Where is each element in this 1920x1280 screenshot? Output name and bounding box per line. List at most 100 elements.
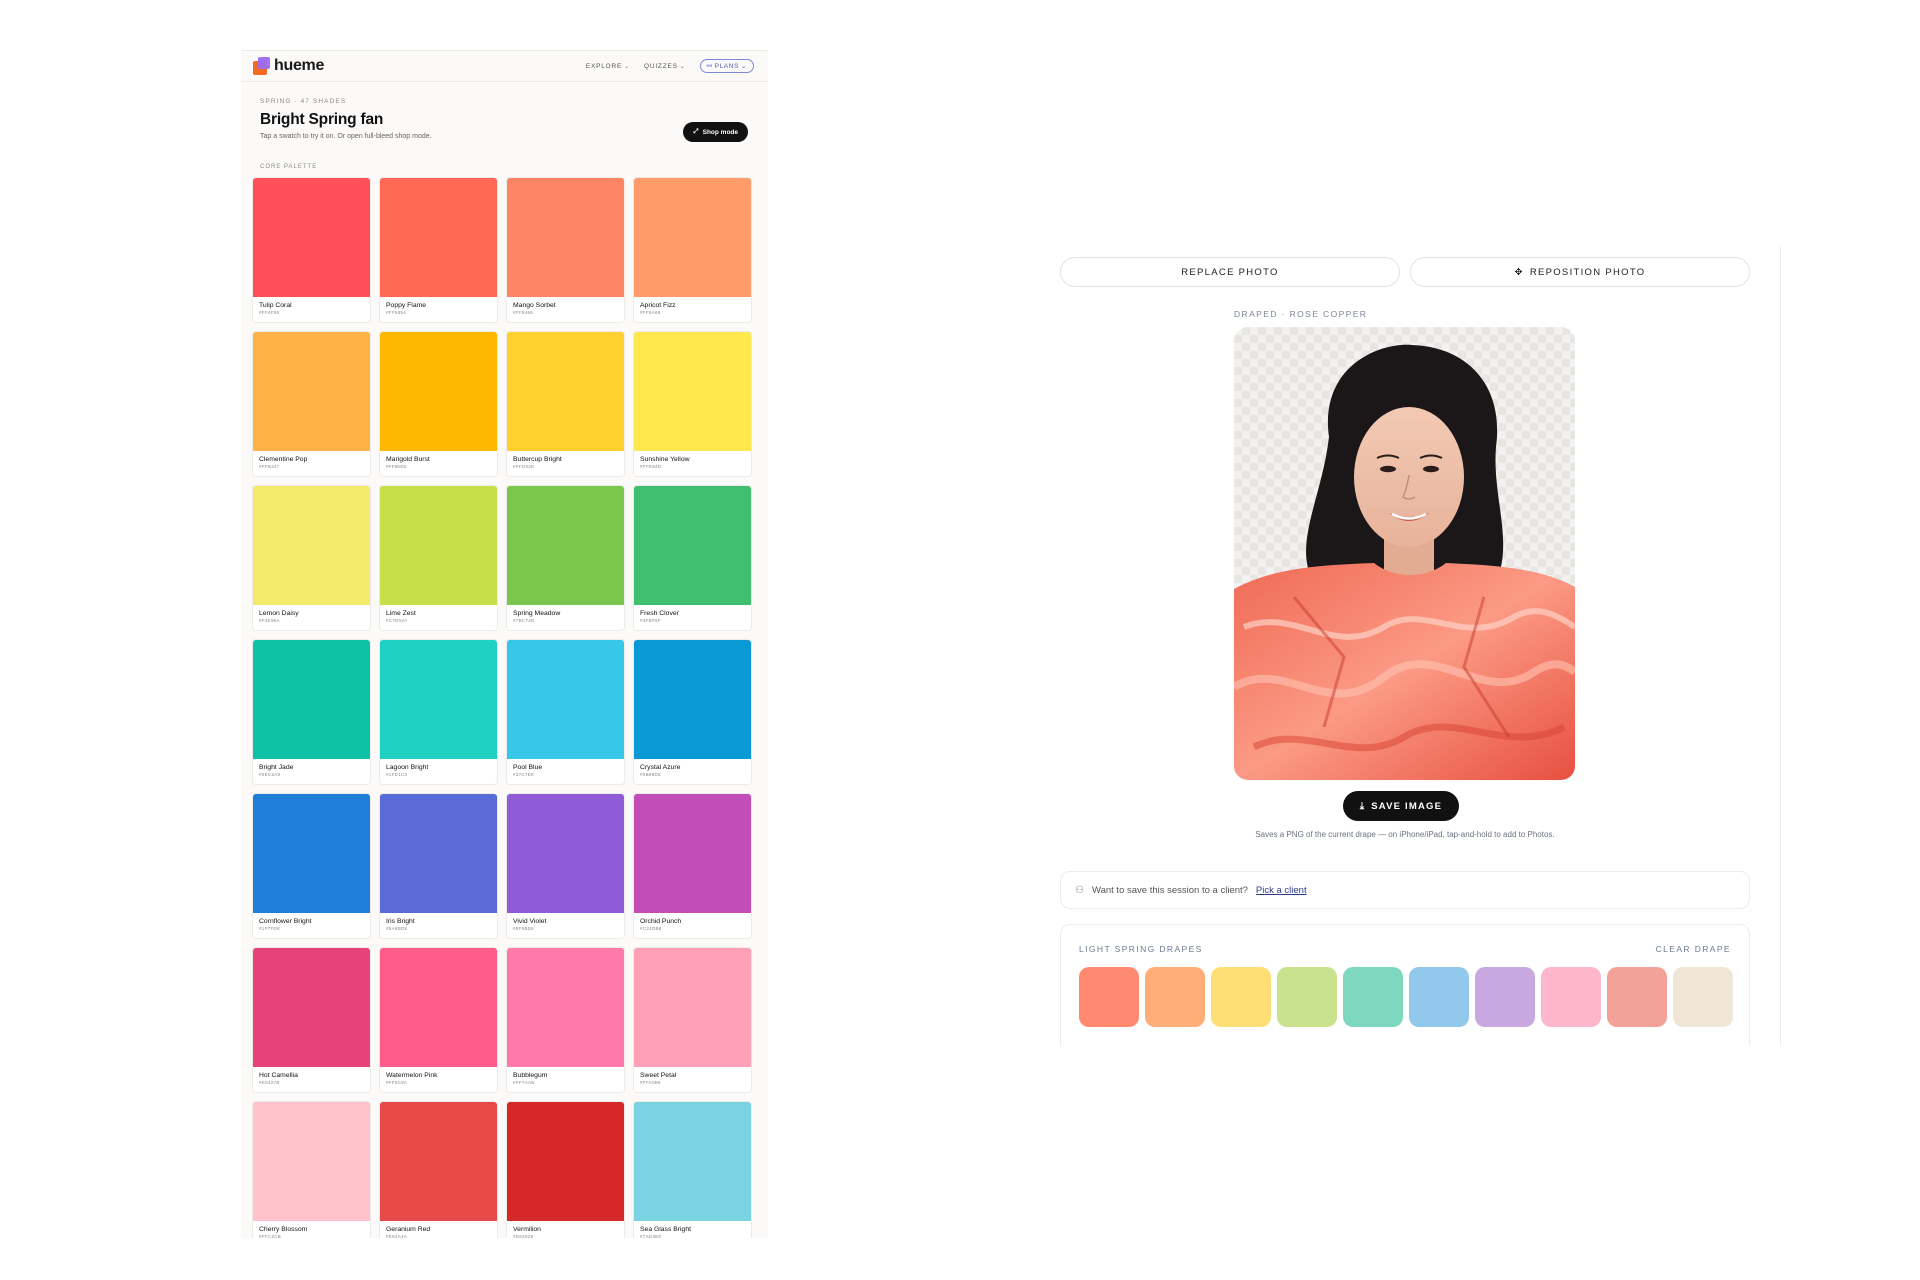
section-label: CORE PALETTE [260, 164, 318, 170]
swatch-card[interactable]: Sea Glass Bright #7AD3E0 [633, 1101, 752, 1238]
drape-swatch-row [1079, 967, 1733, 1027]
swatch-card[interactable]: Buttercup Bright #FFD02E [506, 331, 625, 477]
swatch-card[interactable]: Mango Sorbet #FF8466 [506, 177, 625, 323]
swatch-color [507, 948, 624, 1067]
swatch-color [634, 640, 751, 759]
swatch-card[interactable]: Hot Camellia #E8427B [252, 947, 371, 1093]
chevron-down-icon: ⌄ [679, 63, 686, 70]
swatch-name: Marigold Burst [386, 456, 430, 463]
swatch-name: Orchid Punch [640, 918, 682, 925]
nav-explore-label: EXPLORE [585, 62, 623, 70]
drape-swatch-blush[interactable] [1541, 967, 1601, 1027]
swatch-hex: #C7E04A [386, 618, 408, 623]
swatch-color [253, 640, 370, 759]
drape-swatch-mint[interactable] [1343, 967, 1403, 1027]
logo-icon [253, 57, 271, 75]
swatch-color [507, 486, 624, 605]
nav-quizzes[interactable]: QUIZZES ⌄ [644, 63, 686, 70]
drape-swatch-lime[interactable] [1277, 967, 1337, 1027]
swatch-card[interactable]: Iris Bright #5A6BD8 [379, 793, 498, 939]
swatch-color [380, 486, 497, 605]
swatch-card[interactable]: Bright Jade #0EC2A8 [252, 639, 371, 785]
swatch-color [634, 178, 751, 297]
swatch-hex: #37C7E8 [513, 772, 534, 777]
save-image-button[interactable]: ⤓ SAVE IMAGE [1343, 791, 1459, 821]
swatch-color [507, 332, 624, 451]
swatch-card[interactable]: Sunshine Yellow #FFE84D [633, 331, 752, 477]
swatch-name: Lime Zest [386, 610, 416, 617]
drape-swatch-butter[interactable] [1211, 967, 1271, 1027]
expand-icon: ⤢ [693, 128, 699, 135]
swatch-name: Geranium Red [386, 1226, 431, 1233]
page-subtitle: Tap a swatch to try it on. Or open full-… [260, 133, 432, 140]
plans-button[interactable]: ⚯ PLANS ⌄ [699, 59, 754, 73]
swatch-color [380, 794, 497, 913]
swatch-card[interactable]: Watermelon Pink #FF5C8A [379, 947, 498, 1093]
drape-swatch-ivory[interactable] [1673, 967, 1733, 1027]
swatch-card[interactable]: Cornflower Bright #1F7FD8 [252, 793, 371, 939]
swatch-color [253, 332, 370, 451]
swatch-hex: #D62828 [513, 1234, 534, 1238]
drape-swatch-coral[interactable] [1079, 967, 1139, 1027]
draped-photo[interactable] [1234, 327, 1575, 780]
drape-swatch-lavender[interactable] [1475, 967, 1535, 1027]
swatch-hex: #F3E96A [259, 618, 280, 623]
top-nav: hueme EXPLORE ⌄ QUIZZES ⌄ ⚯ PLANS ⌄ [241, 50, 768, 82]
pick-client-link[interactable]: Pick a client [1256, 885, 1307, 896]
drape-swatch-rose[interactable] [1607, 967, 1667, 1027]
chevron-down-icon: ⌄ [740, 63, 747, 70]
drape-swatch-sky[interactable] [1409, 967, 1469, 1027]
swatch-color [253, 794, 370, 913]
swatch-hex: #0B99D6 [640, 772, 661, 777]
swatch-card[interactable]: Vivid Violet #8F5BD6 [506, 793, 625, 939]
page-title: Bright Spring fan [260, 111, 384, 128]
swatch-hex: #FFC2CB [259, 1234, 282, 1238]
swatch-color [634, 1102, 751, 1221]
user-icon: ⚇ [1075, 884, 1084, 896]
swatch-card[interactable]: Clementine Pop #FFB347 [252, 331, 371, 477]
download-icon: ⤓ [1359, 800, 1366, 812]
swatch-card[interactable]: Spring Meadow #7BC74D [506, 485, 625, 631]
swatch-card[interactable]: Orchid Punch #C24DB8 [633, 793, 752, 939]
swatch-name: Cherry Blossom [259, 1226, 308, 1233]
swatch-name: Mango Sorbet [513, 302, 556, 309]
swatch-card[interactable]: Tulip Coral #FF4F58 [252, 177, 371, 323]
swatch-name: Buttercup Bright [513, 456, 562, 463]
swatch-hex: #5A6BD8 [386, 926, 408, 931]
draped-color-label: DRAPED · ROSE COPPER [1234, 309, 1368, 319]
swatch-card[interactable]: Poppy Flame #FF6854 [379, 177, 498, 323]
swatch-card[interactable]: Sweet Petal #FFA0B6 [633, 947, 752, 1093]
swatch-hex: #FF9A69 [640, 310, 661, 315]
swatch-hex: #8F5BD6 [513, 926, 535, 931]
reposition-photo-button[interactable]: ✥ REPOSITION PHOTO [1410, 257, 1750, 287]
swatch-card[interactable]: Apricot Fizz #FF9A69 [633, 177, 752, 323]
swatch-card[interactable]: Bubblegum #FF7AAB [506, 947, 625, 1093]
swatch-card[interactable]: Pool Blue #37C7E8 [506, 639, 625, 785]
replace-photo-button[interactable]: REPLACE PHOTO [1060, 257, 1400, 287]
swatch-grid: Tulip Coral #FF4F58 Poppy Flame #FF6854 Mang… [252, 177, 752, 1238]
swatch-name: Sunshine Yellow [640, 456, 690, 463]
swatch-color [380, 640, 497, 759]
swatch-card[interactable]: Marigold Burst #FFB800 [379, 331, 498, 477]
swatch-hex: #FF5C8A [386, 1080, 408, 1085]
swatch-card[interactable]: Lime Zest #C7E04A [379, 485, 498, 631]
swatch-card[interactable]: Fresh Clover #3FBF6F [633, 485, 752, 631]
nav-explore[interactable]: EXPLORE ⌄ [586, 63, 630, 70]
swatch-card[interactable]: Lagoon Bright #1FD1C3 [379, 639, 498, 785]
swatch-card[interactable]: Vermilion #D62828 [506, 1101, 625, 1238]
drapes-title: LIGHT SPRING DRAPES [1079, 944, 1203, 954]
plans-label: PLANS [714, 62, 739, 70]
clear-drape-button[interactable]: CLEAR DRAPE [1656, 944, 1731, 954]
move-icon: ✥ [1514, 266, 1524, 278]
swatch-name: Sea Glass Bright [640, 1226, 691, 1233]
swatch-card[interactable]: Cherry Blossom #FFC2CB [252, 1101, 371, 1238]
client-prompt-bar: ⚇ Want to save this session to a client?… [1060, 871, 1750, 909]
swatch-name: Sweet Petal [640, 1072, 677, 1079]
swatch-card[interactable]: Geranium Red #E84A4A [379, 1101, 498, 1238]
swatch-card[interactable]: Lemon Daisy #F3E96A [252, 485, 371, 631]
logo[interactable]: hueme [253, 57, 324, 75]
drape-swatch-apricot[interactable] [1145, 967, 1205, 1027]
swatch-name: Iris Bright [386, 918, 415, 925]
shop-mode-button[interactable]: ⤢ Shop mode [683, 122, 748, 142]
swatch-card[interactable]: Crystal Azure #0B99D6 [633, 639, 752, 785]
